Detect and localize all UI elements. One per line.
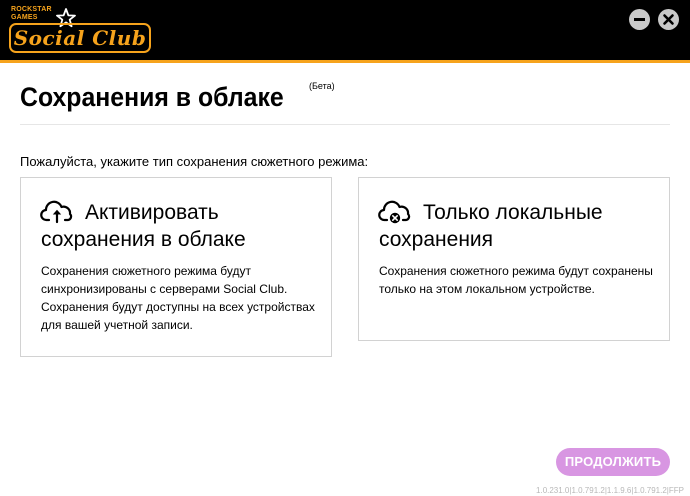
beta-badge: (Бета) — [309, 81, 335, 91]
close-icon — [663, 14, 674, 25]
local-option-title: Только локальные сохранения — [379, 201, 603, 251]
cloud-option-title: Активировать сохранения в облаке — [41, 201, 246, 251]
minimize-icon — [634, 18, 645, 21]
instruction-text: Пожалуйста, укажите тип сохранения сюжет… — [20, 154, 369, 169]
local-option-description: Сохранения сюжетного режима будут сохран… — [379, 264, 653, 296]
local-save-option[interactable]: Только локальные сохранения Сохранения с… — [358, 177, 670, 341]
minimize-button[interactable] — [629, 9, 650, 30]
close-button[interactable] — [658, 9, 679, 30]
page-title: Сохранения в облаке — [20, 82, 284, 112]
cloud-save-option[interactable]: Активировать сохранения в облаке Сохране… — [20, 177, 332, 357]
header-accent-line — [0, 60, 690, 63]
social-club-logo: ROCKSTAR GAMES Social Club — [8, 5, 153, 55]
title-divider — [20, 124, 670, 125]
header-bar: ROCKSTAR GAMES Social Club — [0, 0, 690, 60]
logo-wordmark: Social Club — [13, 26, 147, 50]
social-club-window: ROCKSTAR GAMES Social Club Сохранения в … — [0, 0, 690, 496]
cloud-option-description: Сохранения сюжетного режима будут синхро… — [41, 264, 315, 332]
continue-button[interactable]: ПРОДОЛЖИТЬ — [556, 448, 670, 476]
version-string: 1.0.231.0|1.0.791.2|1.1.9.6|1.0.791.2|FF… — [536, 486, 684, 495]
logo-frame: Social Club — [9, 23, 151, 53]
